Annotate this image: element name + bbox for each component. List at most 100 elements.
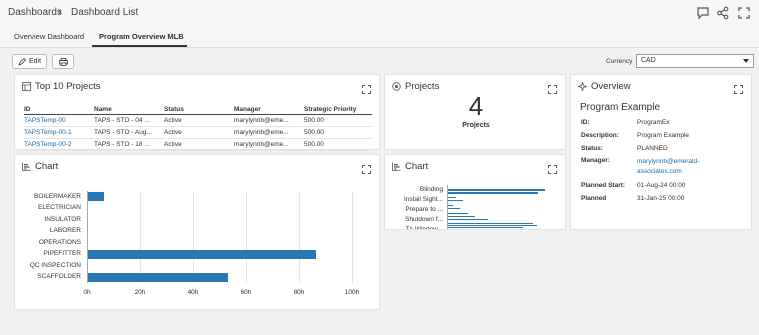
y-category-label: SCAFFOLDER xyxy=(37,273,81,281)
resource-bar-chart: 0h 20h 40h 60h 80h 100h BOILERMAKER ELECTRICIAN… xyxy=(15,155,381,311)
small-chart-bar[interactable] xyxy=(448,213,468,215)
top-projects-card: Top 10 Projects ID Name Status Manager Strat… xyxy=(14,74,380,151)
table-icon xyxy=(22,82,31,91)
fullscreen-icon[interactable] xyxy=(737,6,751,20)
caret-down-icon xyxy=(743,59,749,63)
small-chart-bar[interactable] xyxy=(448,225,537,227)
small-chart-bar[interactable] xyxy=(448,205,453,207)
small-chart-label: Prepare to ... xyxy=(405,206,443,213)
project-id-link[interactable]: TAPSTemp-00-1 xyxy=(24,126,94,139)
table-cell: marylynnb@eme... xyxy=(234,138,304,151)
currency-select[interactable]: CAD xyxy=(636,54,754,68)
x-tick-label: 80h xyxy=(293,289,305,296)
column-header[interactable]: Manager xyxy=(234,105,304,115)
projects-count-label: Projects xyxy=(462,122,490,129)
tab-program-overview-mlb[interactable]: Program Overview MLB xyxy=(99,32,184,41)
small-chart-card: Chart Blinding Install Sight... Prepare to… xyxy=(384,154,566,230)
table-cell: Active xyxy=(164,114,234,127)
target-icon xyxy=(392,82,401,91)
y-category-label: ELECTRICIAN xyxy=(38,204,81,212)
x-tick-label: 0h xyxy=(83,289,91,296)
expand-icon[interactable] xyxy=(734,85,743,94)
small-chart-bar[interactable] xyxy=(448,200,463,202)
y-category-label: OPERATIONS xyxy=(38,238,81,246)
x-tick-label: 40h xyxy=(187,289,199,296)
small-chart-label: TA Window... xyxy=(405,226,443,230)
x-tick-label: 60h xyxy=(240,289,252,296)
gridline xyxy=(352,191,353,283)
column-header[interactable]: ID xyxy=(24,105,94,115)
small-chart-bar[interactable] xyxy=(448,216,475,218)
table-row[interactable]: TAPSTemp-00 TAPS - STO - 04 ... Active mary… xyxy=(24,114,372,127)
small-chart-bar[interactable] xyxy=(448,219,488,221)
small-chart-label: Shutdown f... xyxy=(405,216,443,223)
table-cell: Active xyxy=(164,138,234,151)
y-category-label: QC INSPECTION xyxy=(29,261,81,269)
small-chart-bar[interactable] xyxy=(448,227,523,229)
projects-count-card: Projects 4 Projects xyxy=(384,74,566,150)
small-gantt-chart: Blinding Install Sight... Prepare to ... Sh… xyxy=(385,155,565,230)
top-projects-title-wrap: Top 10 Projects xyxy=(22,81,100,92)
table-cell: TAPS - STO - 18 ... xyxy=(94,138,164,151)
x-tick-label: 100h xyxy=(344,289,360,296)
small-chart-bar[interactable] xyxy=(448,223,533,225)
currency-label: Currency xyxy=(606,58,633,65)
small-chart-bar[interactable] xyxy=(448,197,456,199)
tab-overview-dashboard[interactable]: Overview Dashboard xyxy=(14,32,84,41)
gridline xyxy=(246,191,247,283)
resource-chart-card: Chart 0h 20h 40h 60h 80h 100h BOILERMAKER ELECT… xyxy=(14,154,380,310)
chart-bar[interactable] xyxy=(88,249,316,259)
top-projects-title: Top 10 Projects xyxy=(35,81,101,92)
active-tab-underline xyxy=(92,45,187,47)
expand-icon[interactable] xyxy=(362,85,371,94)
column-header[interactable]: Name xyxy=(94,105,164,115)
chart-bar[interactable] xyxy=(88,272,229,282)
program-name: Program Example xyxy=(580,102,661,113)
table-cell: 500.00 xyxy=(304,138,372,151)
table-cell: TAPS - STO - 04 ... xyxy=(94,114,164,127)
pencil-icon xyxy=(18,57,26,66)
table-cell: 500.00 xyxy=(304,126,372,139)
table-cell: TAPS - STO - Aug... xyxy=(94,126,164,139)
overview-row-status: Status: PLANNED xyxy=(581,145,668,152)
y-category-label: INSULATOR xyxy=(44,215,81,223)
overview-row-manager: Manager: marylynnb@emerald-associates.com xyxy=(581,157,737,177)
y-category-label: BOILERMAKER xyxy=(34,192,81,200)
table-row[interactable]: TAPSTemp-00-2 TAPS - STO - 18 ... Active ma… xyxy=(24,138,372,151)
share-icon[interactable] xyxy=(716,6,730,20)
small-chart-bar[interactable] xyxy=(448,192,538,194)
overview-card: Overview Program Example ID: ProgramEx De… xyxy=(570,74,752,230)
comment-icon[interactable] xyxy=(696,6,710,20)
small-chart-bar[interactable] xyxy=(448,229,508,230)
toolbar: Edit Currency CAD xyxy=(0,49,759,75)
overview-title: Overview xyxy=(591,81,631,92)
gridline xyxy=(193,191,194,283)
table-cell: 500.00 xyxy=(304,114,372,127)
breadcrumb-dashboards[interactable]: Dashboards xyxy=(8,7,62,18)
chart-bar[interactable] xyxy=(88,192,104,202)
overview-row-planned: Planned 31-Jan-25 00:00 xyxy=(581,195,685,202)
y-category-label: PIPEFITTER xyxy=(43,250,81,258)
overview-row-id: ID: ProgramEx xyxy=(581,119,670,126)
sparkle-icon xyxy=(578,82,587,91)
gridline xyxy=(299,191,300,283)
tab-bar: Overview Dashboard Program Overview MLB xyxy=(0,28,759,48)
edit-button[interactable]: Edit xyxy=(12,54,47,69)
project-id-link[interactable]: TAPSTemp-00-2 xyxy=(24,138,94,151)
gridline xyxy=(140,191,141,283)
print-button[interactable] xyxy=(52,54,74,69)
overview-row-description: Description: Program Example xyxy=(581,132,690,139)
y-axis-line xyxy=(87,191,88,283)
column-header[interactable]: Strategic Priority xyxy=(304,105,372,115)
overview-title-wrap: Overview xyxy=(578,81,631,92)
column-header[interactable]: Status xyxy=(164,105,234,115)
page-header: Dashboards › Dashboard List xyxy=(0,0,759,28)
small-chart-label: Blinding xyxy=(419,186,443,193)
small-chart-bar[interactable] xyxy=(448,189,545,191)
x-tick-label: 20h xyxy=(134,289,146,296)
breadcrumb-current: Dashboard List xyxy=(71,7,139,18)
manager-email-link[interactable]: marylynnb@emerald-associates.com xyxy=(637,157,737,177)
small-chart-bar[interactable] xyxy=(448,208,460,210)
project-id-link[interactable]: TAPSTemp-00 xyxy=(24,114,94,127)
table-row[interactable]: TAPSTemp-00-1 TAPS - STO - Aug... Active ma… xyxy=(24,126,372,139)
